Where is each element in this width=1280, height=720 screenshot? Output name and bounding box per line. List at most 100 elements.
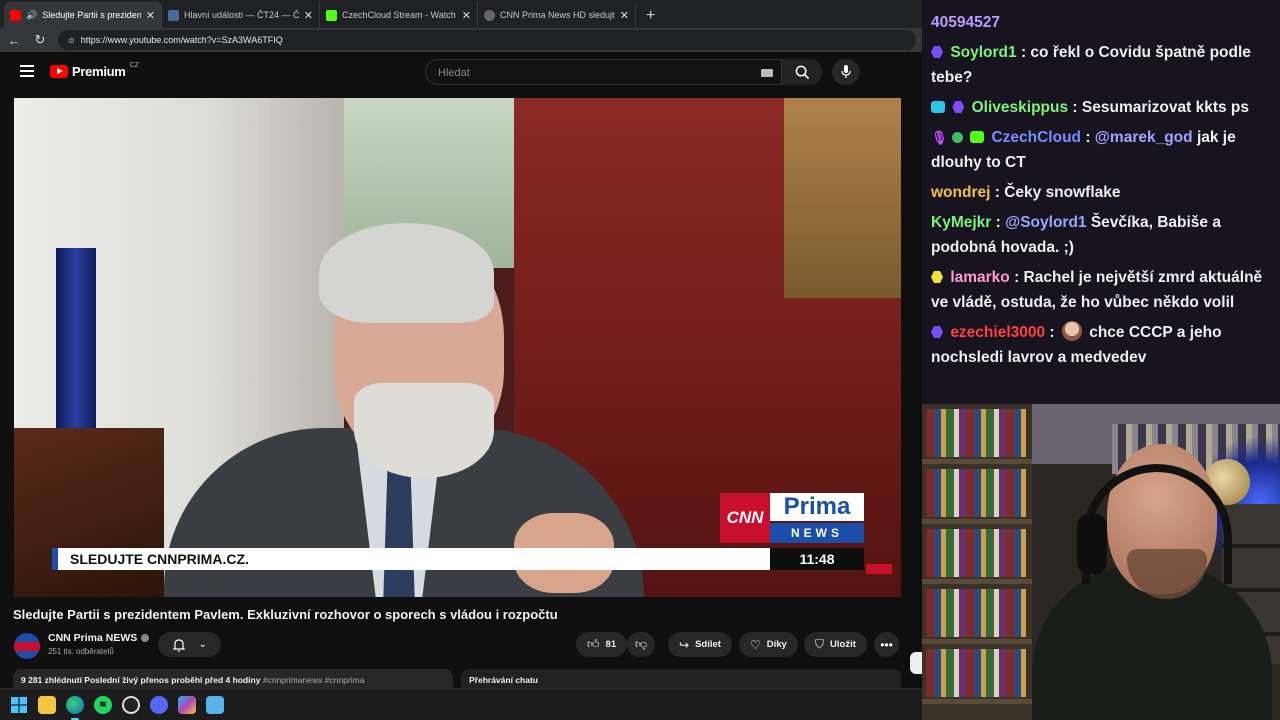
browser-tab[interactable]: 🔊 Sledujte Partii s prezidentem P ✕ [4,2,162,28]
search-icon [795,65,809,79]
tab-title: Sledujte Partii s prezidentem P [42,10,141,20]
back-arrow-icon[interactable]: ← [6,33,22,48]
youtube-favicon-icon [10,9,21,21]
like-count: 81 [605,639,617,650]
speaker-icon[interactable]: 🔊 [26,10,37,21]
chat-message: KyMejkr : @Soylord1 Ševčíka, Babiše a po… [931,210,1271,260]
verified-icon [141,634,150,642]
prima-logo: Prima [770,493,864,521]
headphone-earcup [1077,514,1107,574]
side-panel-handle[interactable] [910,652,922,674]
thanks-heart-icon: ♡ [750,637,761,652]
more-actions-icon[interactable]: ••• [874,632,899,657]
share-icon: ↪ [679,637,690,652]
close-tab-icon[interactable]: ✕ [620,9,629,22]
search-input[interactable]: Hledat [425,59,782,85]
chat-username[interactable]: ezechiel3000 [950,324,1045,341]
chevron-down-icon: ⌄ [198,639,207,650]
chat-separator: : [994,184,1005,201]
sub-badge-icon [931,326,943,338]
copilot-icon[interactable] [178,695,196,714]
screen: 🔊 Sledujte Partii s prezidentem P ✕ Hlav… [0,0,1280,720]
reload-icon[interactable]: ↻ [32,32,48,48]
region-code: CZ [129,62,139,69]
chat-replay-label: Přehrávání chatu [469,675,538,685]
discord-icon[interactable] [150,695,168,714]
dislike-button[interactable]: 👎︎ [627,632,656,657]
spotify-icon[interactable]: ≋ [94,695,112,714]
close-tab-icon[interactable]: ✕ [146,9,155,22]
youtube-header: Premium CZ Hledat [0,52,922,92]
windows-start-icon[interactable] [10,696,28,714]
chat-username[interactable]: wondrej [931,184,990,201]
chat-username[interactable]: lamarko [950,269,1009,286]
new-tab-button[interactable]: + [636,7,665,28]
save-label: Uložit [830,639,856,650]
broadcaster-mic-icon: 🎙︎ [931,130,948,145]
chat-message: Soylord1 : co řekl o Covidu špatně podle… [931,40,1271,90]
channel-name[interactable]: CNN Prima NEWS [48,632,150,644]
chat-username[interactable]: Soylord1 [950,44,1016,61]
green-cube-badge-icon [970,131,985,143]
webcam-books [926,589,1026,637]
like-button[interactable]: 👍︎ 81 [576,632,628,657]
youtube-play-icon [50,65,68,78]
chat-message: lamarko : Rachel je největší zmrd aktuál… [931,265,1271,315]
verified-check-icon [951,132,963,143]
channel-avatar[interactable] [14,633,40,659]
chat-username[interactable]: KyMejkr [931,214,991,231]
video-scene-chair [14,428,164,597]
chat-message: ezechiel3000 : chce CCCP a jeho nochsled… [931,320,1271,370]
browser-tab[interactable]: CNN Prima News HD sledujte onli ✕ [478,2,636,28]
broadcast-clock: 11:48 [770,548,864,570]
close-tab-icon[interactable]: ✕ [304,9,313,22]
share-button[interactable]: ↪ Sdílet [668,632,732,657]
chat-username[interactable]: CzechCloud [991,129,1081,146]
save-button[interactable]: ⛉ Uložit [804,632,867,657]
chat-separator: : [1072,99,1082,116]
file-explorer-icon[interactable] [38,695,56,714]
webcam-books [926,529,1026,577]
edge-browser-icon[interactable] [66,695,84,720]
search-button[interactable] [782,59,822,85]
voice-search-button[interactable] [832,59,860,85]
menu-icon[interactable] [20,65,34,77]
tab-title: Hlavní události — ČT24 — Česká t [184,10,299,20]
chat-mention[interactable]: @Soylord1 [1005,214,1086,231]
sub-badge-icon [931,46,943,58]
news-ticker: SLEDUJTE CNNPRIMA.CZ. [52,548,770,570]
hashtags[interactable]: #cnnprimanews #cnnprima [263,675,365,685]
site-info-icon[interactable]: ⊜ [68,36,75,45]
notepad-icon[interactable] [206,695,224,714]
thanks-button[interactable]: ♡ Díky [739,632,798,657]
keyboard-icon[interactable] [761,69,773,77]
browser-tab[interactable]: CzechCloud Stream - Watch Live o ✕ [320,2,478,28]
chat-mention[interactable]: @marek_god [1095,129,1193,146]
view-stats: 9 281 zhlédnutí Poslední živý přenos pro… [21,675,261,685]
chat-message: 🎙︎ CzechCloud : @marek_god jak je dlouhy… [931,125,1271,175]
url-field[interactable]: ⊜ https://www.youtube.com/watch?v=SzA3WA… [58,30,916,50]
url-text: https://www.youtube.com/watch?v=SzA3WA6T… [80,35,283,45]
youtube-logo[interactable]: Premium CZ [50,62,139,79]
logo-text: Premium [72,64,126,79]
thumbs-down-icon: 👎︎ [635,637,648,651]
obs-icon[interactable] [122,695,140,714]
chat-username[interactable]: Oliveskippus [972,99,1068,116]
browser-tab[interactable]: Hlavní události — ČT24 — Česká t ✕ [162,2,320,28]
subscriber-count: 251 tis. odběratelů [48,647,114,656]
bookmark-icon: ⛉ [815,637,825,651]
sub-badge-icon [952,101,965,113]
streamer-webcam [922,404,1280,720]
thanks-label: Díky [766,639,787,650]
video-player[interactable]: CNN Prima NEWS SLEDUJTE CNNPRIMA.CZ. 11:… [14,98,901,597]
webcam-books [926,469,1026,517]
close-tab-icon[interactable]: ✕ [462,9,471,22]
chat-separator: : [1049,324,1059,341]
cube-badge-icon [931,101,945,113]
chat-message: wondrej : Čeky snowflake [931,180,1271,205]
address-toolbar: ← ↻ ⊜ https://www.youtube.com/watch?v=Sz… [0,28,922,52]
chat-fragment-text: 40594527 [931,14,1000,31]
video-person-hair [319,223,494,323]
chat-message: Oliveskippus : Sesumarizovat kkts ps [931,95,1271,120]
notification-button[interactable]: ⌄ [158,632,221,657]
